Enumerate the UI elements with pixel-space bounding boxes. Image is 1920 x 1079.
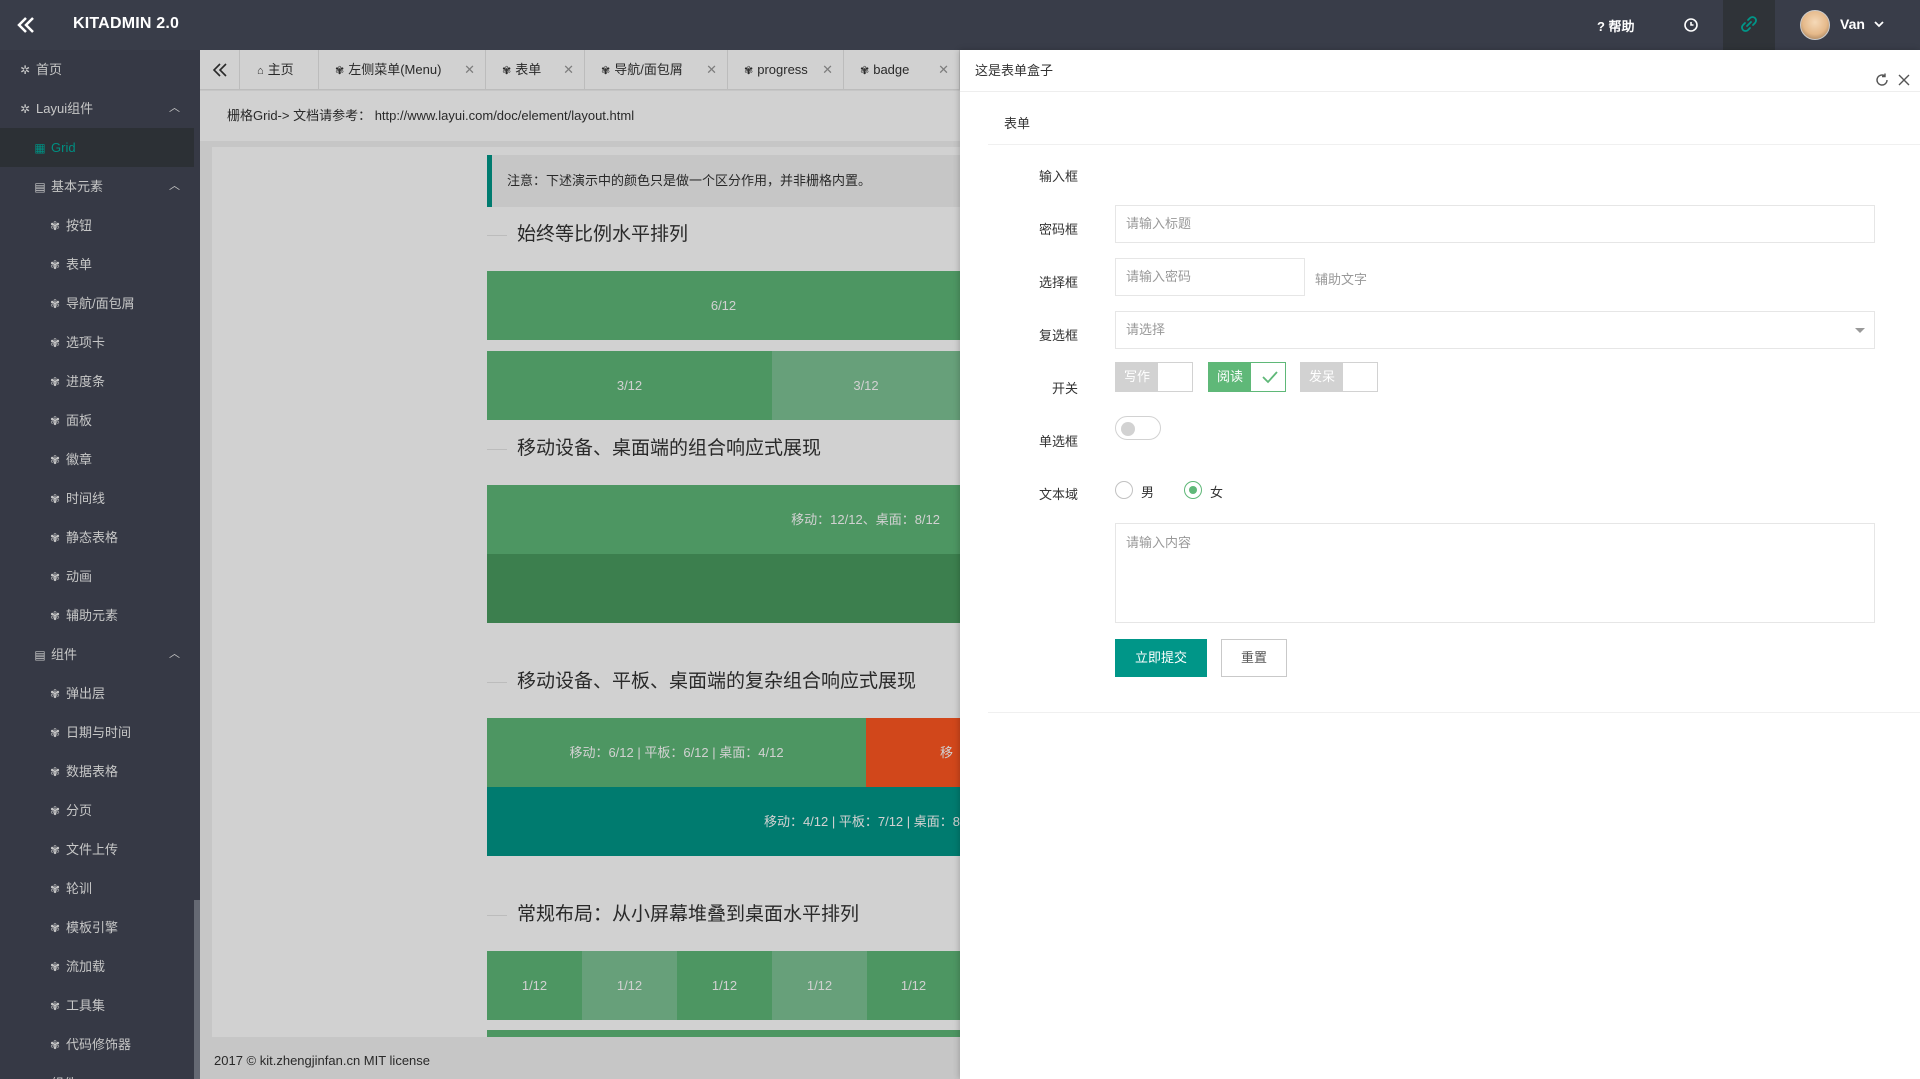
refresh-icon[interactable] (1874, 63, 1890, 105)
clock-icon[interactable] (1680, 14, 1702, 36)
link-button[interactable] (1723, 0, 1775, 50)
toggle-switch[interactable] (1115, 416, 1161, 440)
password-label: 密码框 (1038, 222, 1078, 237)
checkbox-label: 复选框 (1038, 328, 1078, 343)
reset-button[interactable]: 重置 (1221, 639, 1287, 677)
input-label: 输入框 (1038, 169, 1078, 184)
user-name[interactable]: Van (1840, 16, 1865, 32)
double-chevron-left-icon[interactable] (14, 13, 38, 37)
form-card: 表单 输入框 请输入标题 密码框 请输入密码 辅助文字 选择框 请选择 复选框 … (988, 103, 1920, 713)
checkbox-read[interactable]: 阅读 (1208, 362, 1286, 392)
top-header: KITADMIN 2.0 ? 帮助 Van (0, 0, 1920, 50)
drawer-header: 这是表单盒子 (960, 50, 1920, 92)
radio-male-label[interactable]: 男 (1141, 482, 1154, 501)
check-icon (1262, 371, 1278, 384)
select-label: 选择框 (1038, 275, 1078, 290)
select-dropdown[interactable]: 请选择 (1115, 311, 1875, 349)
avatar[interactable] (1800, 10, 1830, 40)
caret-down-icon (1855, 328, 1865, 333)
password-input[interactable]: 请输入密码 (1115, 258, 1305, 296)
checkbox-write[interactable]: 写作 (1115, 362, 1193, 392)
close-icon[interactable] (1896, 63, 1912, 105)
chevron-down-icon[interactable] (1872, 17, 1886, 34)
content-textarea[interactable]: 请输入内容 (1115, 523, 1875, 623)
switch-label: 开关 (1051, 381, 1078, 396)
radio-male[interactable] (1115, 481, 1133, 499)
app-logo: KITADMIN 2.0 (73, 15, 180, 32)
aux-text: 辅助文字 (1315, 272, 1368, 287)
drawer-title: 这是表单盒子 (975, 63, 1054, 78)
help-link[interactable]: ? 帮助 (1597, 16, 1635, 35)
modal-shade[interactable] (200, 50, 960, 1079)
radio-female[interactable] (1184, 481, 1202, 499)
radio-label: 单选框 (1038, 434, 1078, 449)
card-title: 表单 (988, 103, 1920, 145)
radio-female-label[interactable]: 女 (1210, 482, 1223, 501)
link-icon (1741, 16, 1757, 32)
form-drawer: 这是表单盒子 表单 输入框 请输入标题 密码框 请输入密码 辅助文字 选择框 请… (960, 50, 1920, 1079)
textarea-label: 文本域 (1038, 487, 1078, 502)
submit-button[interactable]: 立即提交 (1115, 639, 1207, 677)
checkbox-daze[interactable]: 发呆 (1300, 362, 1378, 392)
sidebar-shade (0, 50, 200, 1079)
title-input[interactable]: 请输入标题 (1115, 205, 1875, 243)
